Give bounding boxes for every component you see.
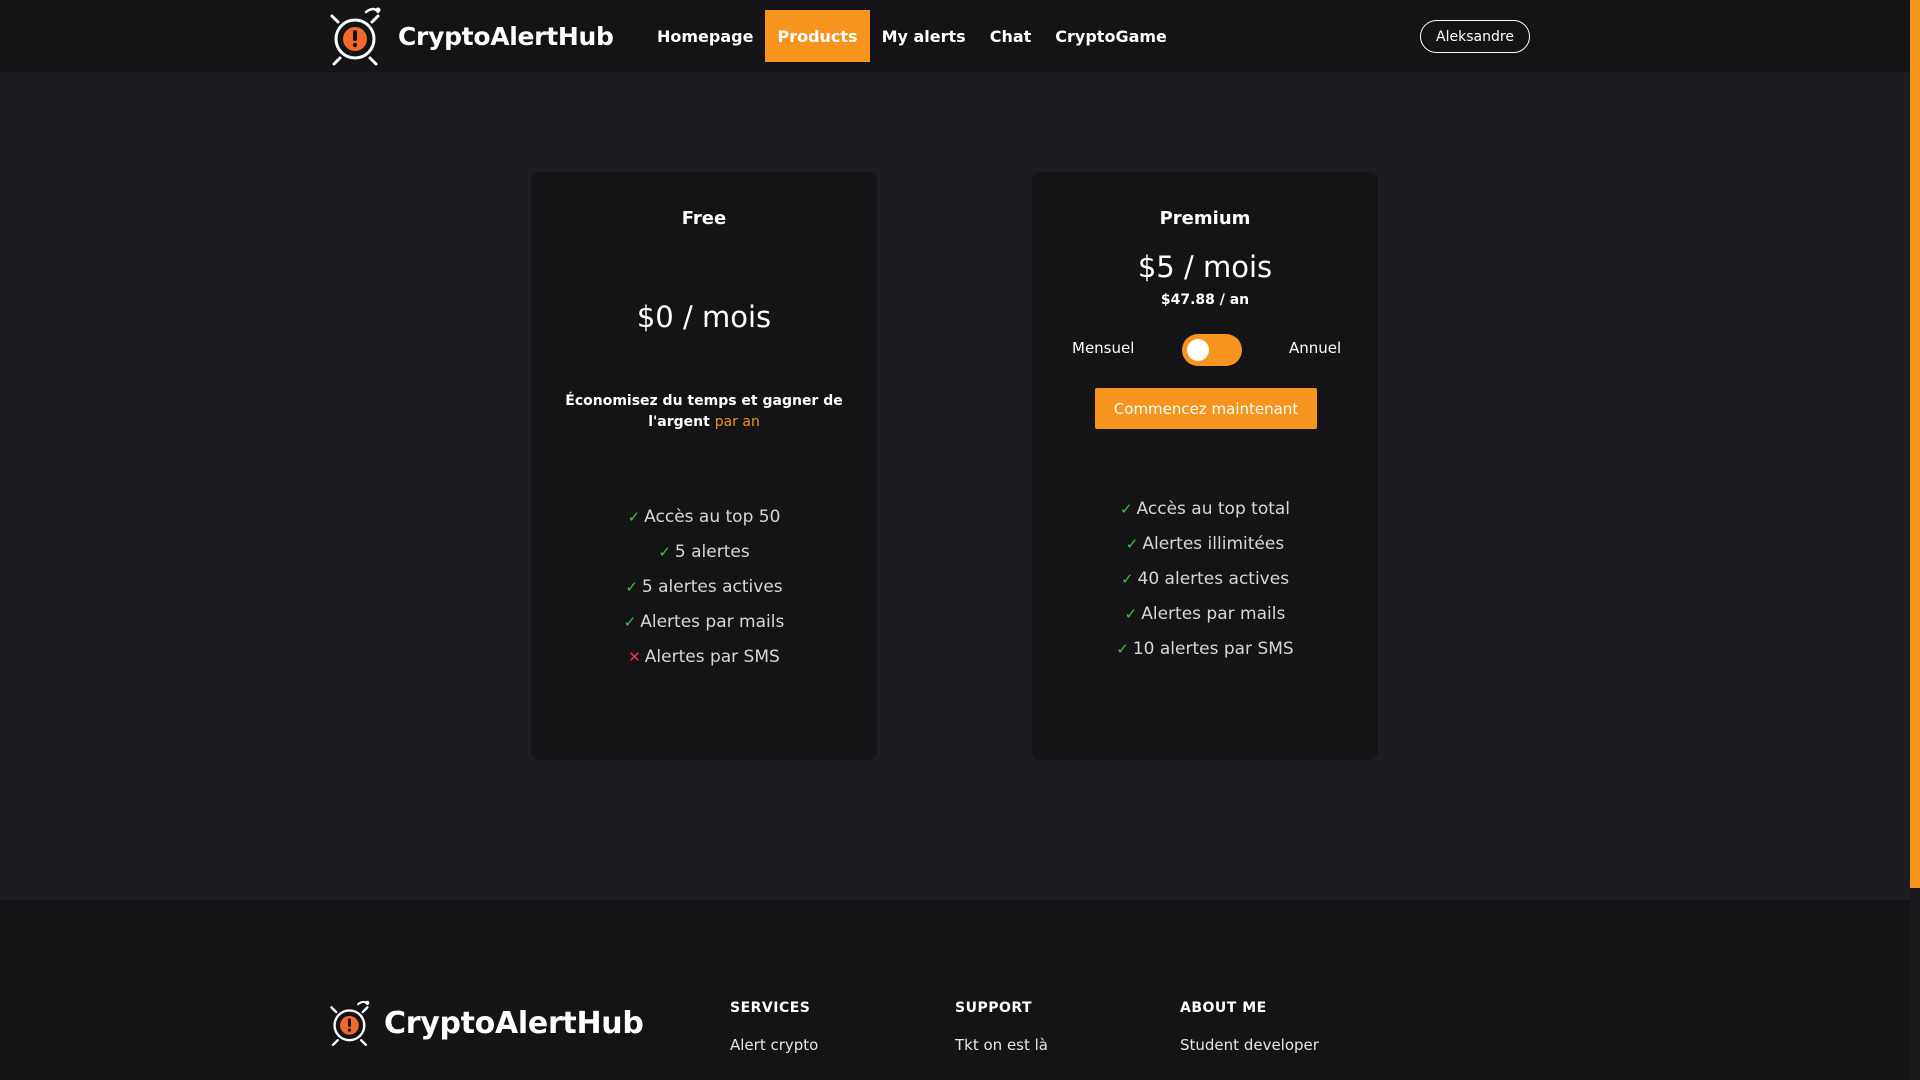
feature-item: ✓ 5 alertes actives [531,570,877,605]
site-footer: CryptoAlertHub SERVICES Alert crypto SUP… [0,900,1910,1080]
toggle-label-annual: Annuel [1289,339,1342,357]
plan-price: $5 / mois [1137,250,1273,284]
feature-item: ✓ Alertes illimitées [1032,527,1378,562]
footer-heading: SERVICES [730,1000,811,1016]
feature-item: ✓ Alertes par mails [1032,597,1378,632]
brand-logo[interactable]: CryptoAlertHub [328,4,614,68]
feature-label: Alertes par mails [1141,604,1286,624]
plan-tagline: Économisez du temps et gagner de l'argen… [561,391,847,433]
check-icon: ✓ [627,508,641,526]
check-icon: ✓ [658,543,671,561]
plan-title: Free [681,208,727,229]
check-icon: ✓ [1119,500,1133,518]
footer-column-about: ABOUT ME Student developer [1180,1000,1319,1054]
check-icon: ✓ [1116,640,1129,658]
brand-name: CryptoAlertHub [398,21,614,51]
tagline-accent: par an [714,414,760,430]
alarm-clock-logo-icon [330,1000,370,1047]
feature-label: 5 alertes [674,542,750,562]
footer-column-services: SERVICES Alert crypto [730,1000,818,1054]
tagline-text: Économisez du temps et gagner de l'argen… [565,393,843,430]
toggle-knob [1187,339,1209,361]
check-icon: ✓ [623,613,637,631]
user-account-button[interactable]: Aleksandre [1420,20,1530,53]
plan-price-annual: $47.88 / an [1160,292,1250,308]
feature-item: ✓ Accès au top 50 [531,500,877,535]
footer-heading: ABOUT ME [1180,1000,1267,1016]
feature-label: Accès au top total [1136,499,1291,519]
check-icon: ✓ [1125,535,1139,553]
check-icon: ✓ [625,578,638,596]
check-icon: ✓ [1120,570,1134,588]
footer-link-support[interactable]: Tkt on est là [955,1036,1048,1054]
top-navbar: CryptoAlertHub Homepage Products My aler… [0,0,1910,72]
feature-list: ✓ Accès au top 50 ✓ 5 alertes ✓ 5 alertes a… [531,500,877,675]
start-now-button[interactable]: Commencez maintenant [1095,388,1317,429]
plan-title: Premium [1159,208,1251,229]
footer-link-alert-crypto[interactable]: Alert crypto [730,1036,818,1054]
feature-item: ✓ 40 alertes actives [1032,562,1378,597]
feature-label: Accès au top 50 [644,507,781,527]
check-icon: ✓ [1124,605,1138,623]
feature-item: ✓ 10 alertes par SMS [1032,632,1378,667]
feature-label: Alertes par SMS [644,647,780,667]
footer-brand-logo[interactable]: CryptoAlertHub [328,998,644,1048]
nav-chat[interactable]: Chat [978,10,1044,62]
plan-card-free: Free $0 / mois Économisez du temps et ga… [531,172,877,760]
footer-brand-name: CryptoAlertHub [384,1005,644,1041]
footer-column-support: SUPPORT Tkt on est là [955,1000,1048,1054]
feature-item: ✕ Alertes par SMS [531,640,877,675]
feature-label: Alertes illimitées [1142,534,1285,554]
plan-price: $0 / mois [636,300,772,334]
feature-list: ✓ Accès au top total ✓ Alertes illimitées … [1032,492,1378,667]
feature-label: 40 alertes actives [1137,569,1290,589]
feature-item: ✓ Accès au top total [1032,492,1378,527]
scrollbar-thumb[interactable] [1910,0,1920,888]
alarm-clock-logo-icon [330,7,381,66]
plan-card-premium: Premium $5 / mois $47.88 / an Mensuel An… [1032,172,1378,760]
feature-label: 10 alertes par SMS [1132,639,1294,659]
cross-icon: ✕ [628,648,641,666]
feature-label: Alertes par mails [640,612,785,632]
nav-products[interactable]: Products [765,10,870,62]
feature-label: 5 alertes actives [641,577,783,597]
nav-cryptogame[interactable]: CryptoGame [1043,10,1179,62]
nav-my-alerts[interactable]: My alerts [870,10,978,62]
billing-period-toggle[interactable] [1182,334,1242,366]
footer-link-student-developer[interactable]: Student developer [1180,1036,1319,1054]
nav-homepage[interactable]: Homepage [645,10,765,62]
main-nav: Homepage Products My alerts Chat CryptoG… [645,10,1179,62]
feature-item: ✓ Alertes par mails [531,605,877,640]
footer-heading: SUPPORT [955,1000,1033,1016]
toggle-label-monthly: Mensuel [1072,339,1135,357]
billing-toggle-row: Mensuel Annuel [1032,332,1378,366]
feature-item: ✓ 5 alertes [531,535,877,570]
